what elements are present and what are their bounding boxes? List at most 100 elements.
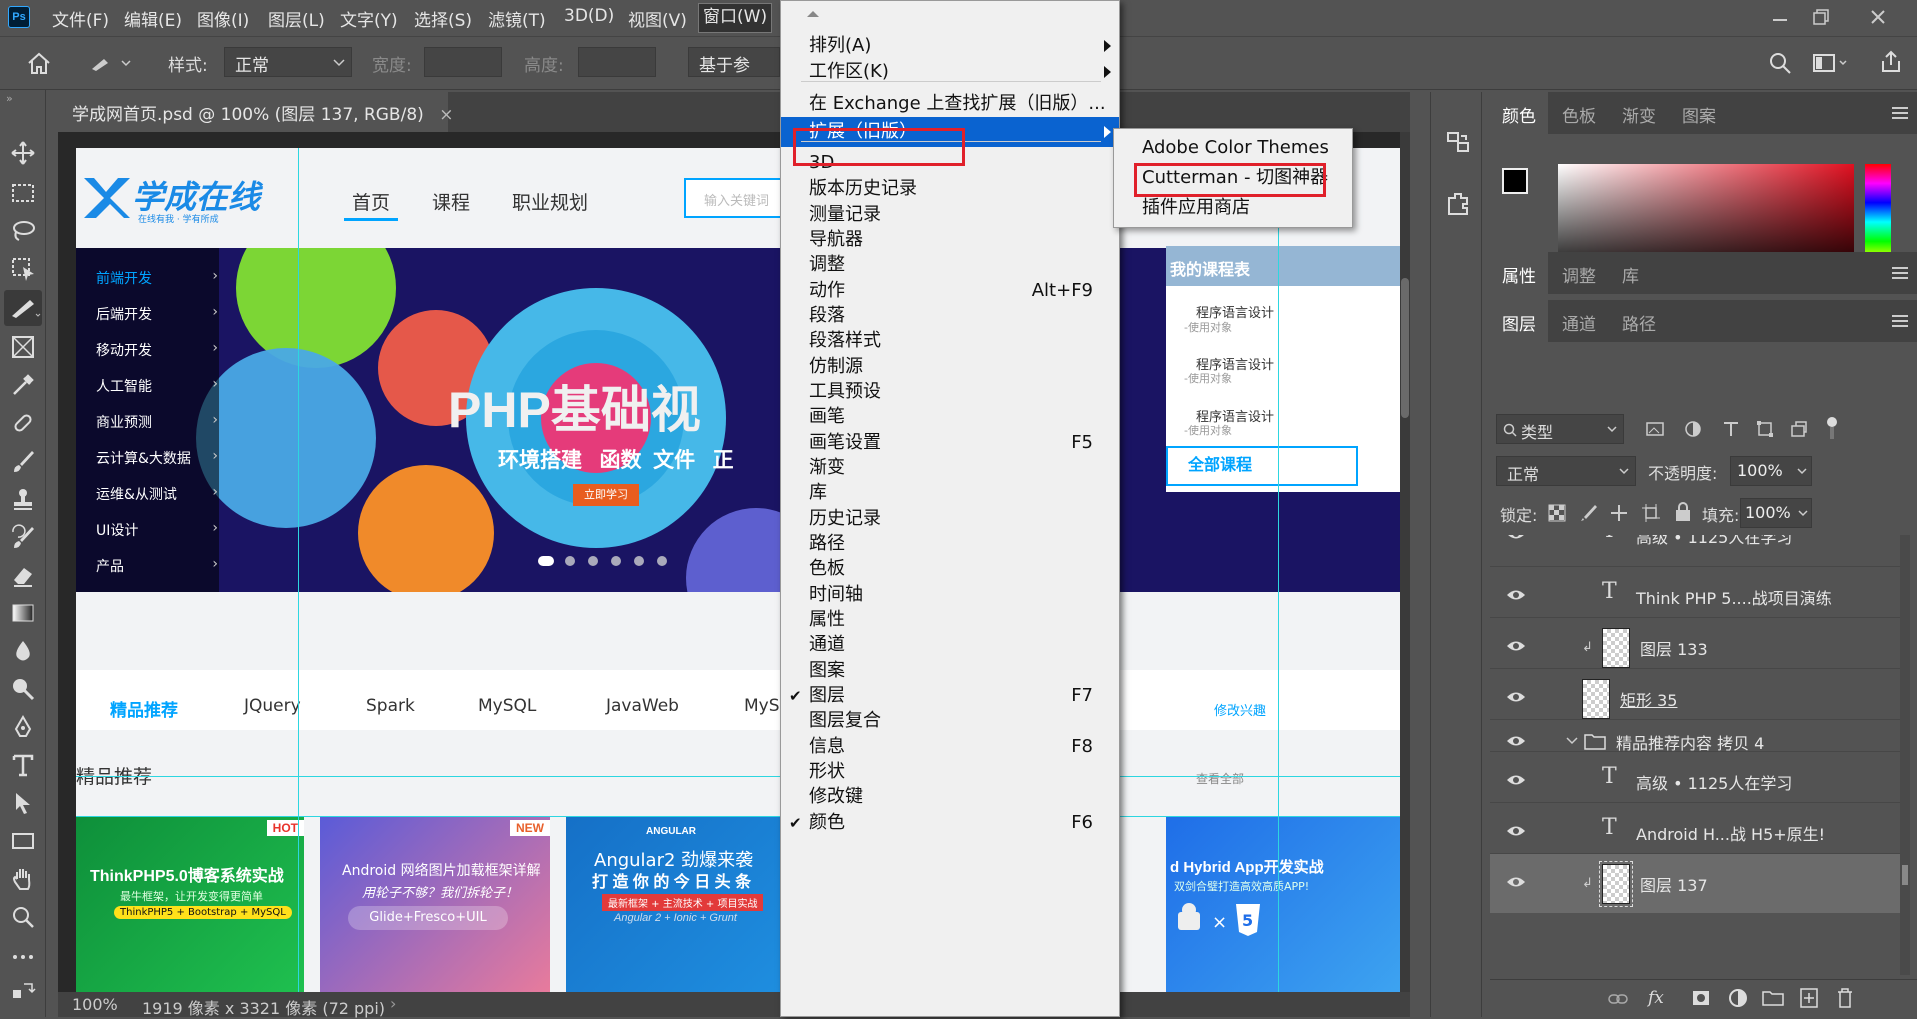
blur-tool-icon[interactable] — [10, 638, 36, 664]
recommend-tag[interactable]: MySQL — [478, 696, 536, 716]
category-item[interactable]: 移动开发 › — [96, 340, 218, 360]
add-mask-icon[interactable] — [1692, 990, 1710, 1006]
course-card[interactable]: NEW Android 网络图片加载框架详解 用轮子不够？我们拆轮子！ Glid… — [320, 816, 550, 992]
dodge-tool-icon[interactable] — [10, 676, 36, 702]
scroll-up-icon[interactable] — [805, 9, 821, 19]
layer-name[interactable]: Think PHP 5....战项目演练 — [1636, 585, 1832, 609]
scroll-thumb[interactable] — [1902, 865, 1908, 885]
visibility-eye-icon[interactable] — [1506, 639, 1526, 653]
healing-brush-tool-icon[interactable] — [10, 410, 36, 436]
minimize-icon[interactable] — [1767, 4, 1793, 30]
layer-row-selected[interactable]: ↲ 图层 137 — [1490, 853, 1900, 913]
type-tool-icon[interactable] — [10, 752, 36, 778]
recommend-tag[interactable]: MyS — [744, 696, 780, 716]
category-item[interactable]: 云计算&大数据 › — [96, 448, 218, 468]
style-select[interactable]: 正常 — [224, 47, 352, 77]
share-icon[interactable] — [1878, 49, 1904, 75]
new-layer-icon[interactable] — [1800, 988, 1818, 1008]
eraser-tool-icon[interactable] — [10, 562, 36, 588]
layer-name[interactable]: Android H...战 H5+原生! — [1636, 821, 1825, 845]
path-selection-tool-icon[interactable] — [10, 790, 36, 816]
menu-type[interactable]: 文字(Y) — [340, 6, 398, 31]
plugin-panel-icon[interactable] — [1445, 190, 1471, 216]
category-item[interactable]: 后端开发 › — [96, 304, 218, 324]
filter-toggle-icon[interactable] — [1826, 416, 1838, 440]
lock-pixels-icon[interactable] — [1580, 504, 1598, 522]
menu-filter[interactable]: 滤镜(T) — [488, 6, 546, 31]
layer-list-scrollbar[interactable] — [1900, 535, 1910, 975]
section-more-link[interactable]: 查看全部 — [1196, 770, 1244, 787]
menu-3d[interactable]: 3D(D) — [564, 6, 614, 26]
visibility-eye-icon[interactable] — [1506, 690, 1526, 704]
scroll-thumb[interactable] — [1401, 278, 1409, 418]
menu-view[interactable]: 视图(V) — [628, 6, 687, 31]
category-item[interactable]: 产品 › — [96, 556, 218, 576]
submenu-adobe-color-themes[interactable]: Adobe Color Themes — [1114, 133, 1352, 163]
filter-adjustment-icon[interactable] — [1684, 420, 1702, 438]
tab-gradients[interactable]: 渐变 — [1622, 102, 1656, 127]
eyedropper-tool-icon[interactable] — [10, 372, 36, 398]
tab-adjustments[interactable]: 调整 — [1562, 262, 1596, 287]
blend-mode-select[interactable]: 正常 — [1496, 456, 1636, 486]
history-panel-icon[interactable] — [1445, 130, 1471, 156]
frame-tool-icon[interactable] — [10, 334, 36, 360]
hand-tool-icon[interactable] — [10, 866, 36, 892]
menu-edit[interactable]: 编辑(E) — [124, 6, 182, 31]
layer-name[interactable]: 图层 137 — [1640, 872, 1708, 896]
adjustment-layer-icon[interactable] — [1728, 988, 1748, 1008]
course-card[interactable]: HOT ThinkPHP5.0博客系统实战 最牛框架，让开发变得更简单 Thin… — [76, 816, 304, 992]
base-on-button[interactable]: 基于参 — [688, 47, 780, 77]
collapse-toolbar-icon[interactable]: » — [6, 92, 13, 105]
tab-layers[interactable]: 图层 — [1502, 310, 1536, 335]
link-layers-icon[interactable] — [1608, 992, 1628, 1006]
visibility-eye-icon[interactable] — [1506, 535, 1526, 541]
filter-type-icon[interactable] — [1722, 420, 1740, 438]
more-tools-icon[interactable] — [10, 944, 36, 970]
document-info[interactable]: 1919 像素 x 3321 像素 (72 ppi) — [142, 995, 385, 1019]
lock-artboard-icon[interactable] — [1642, 504, 1660, 522]
course-card[interactable]: d Hybrid App开发实战 双剑合璧打造高效高质APP! × 5 — [1166, 816, 1400, 992]
tab-color[interactable]: 颜色 — [1502, 102, 1536, 127]
visibility-eye-icon[interactable] — [1506, 875, 1526, 889]
tab-swatches[interactable]: 色板 — [1562, 102, 1596, 127]
new-group-icon[interactable] — [1762, 990, 1784, 1006]
recommend-edit-link[interactable]: 修改兴趣 — [1214, 700, 1266, 719]
panel-menu-icon[interactable] — [1892, 106, 1908, 120]
visibility-eye-icon[interactable] — [1506, 734, 1526, 748]
submenu-plugin-store[interactable]: 插件应用商店 — [1114, 193, 1352, 223]
workspace-icon[interactable] — [1812, 51, 1848, 75]
home-icon[interactable] — [26, 51, 52, 75]
tab-channels[interactable]: 通道 — [1562, 310, 1596, 335]
group-expand-chevron-icon[interactable] — [1566, 736, 1578, 746]
menu-image[interactable]: 图像(I) — [197, 6, 249, 31]
site-nav-career[interactable]: 职业规划 — [512, 188, 588, 215]
layer-name[interactable]: 图层 133 — [1640, 636, 1708, 660]
search-icon[interactable] — [1768, 51, 1792, 75]
layer-filter-select[interactable]: 类型 — [1496, 414, 1624, 444]
rectangle-marquee-tool-icon[interactable] — [10, 180, 36, 206]
recommend-tag[interactable]: JQuery — [244, 696, 301, 716]
tab-libraries[interactable]: 库 — [1622, 262, 1639, 287]
brush-tool-icon[interactable] — [10, 448, 36, 474]
schedule-all-button[interactable]: 全部课程 — [1166, 446, 1358, 486]
layer-row[interactable]: T 高级 • 1125人在学习 — [1490, 535, 1900, 565]
zoom-level[interactable]: 100% — [72, 995, 118, 1014]
window-menu-item[interactable]: ✔ 颜色 F6 — [781, 808, 1119, 838]
panel-menu-icon[interactable] — [1892, 266, 1908, 280]
foreground-color-swatch[interactable] — [1502, 168, 1528, 194]
menu-select[interactable]: 选择(S) — [414, 6, 472, 31]
artboard[interactable]: 学成在线 在线有我 · 学有所成 首页 课程 职业规划 输入关键词 PHP基础视… — [76, 148, 1400, 992]
document-tab[interactable]: 学成网首页.psd @ 100% (图层 137, RGB/8) × — [58, 92, 453, 132]
layer-style-icon[interactable]: fx — [1648, 988, 1664, 1008]
category-item[interactable]: 商业预测 › — [96, 412, 218, 432]
rectangle-tool-icon[interactable] — [10, 828, 36, 854]
canvas-vertical-scrollbar[interactable] — [1400, 132, 1410, 992]
layer-name[interactable]: 高级 • 1125人在学习 — [1636, 770, 1792, 794]
layer-name[interactable]: 矩形 35 — [1620, 687, 1677, 711]
status-expand-icon[interactable]: › — [390, 994, 396, 1013]
window-menu-item[interactable]: 工作区(K) — [781, 57, 1119, 87]
height-field[interactable] — [578, 47, 656, 77]
visibility-eye-icon[interactable] — [1506, 588, 1526, 602]
banner-carousel-dots[interactable] — [538, 556, 678, 566]
visibility-eye-icon[interactable] — [1506, 773, 1526, 787]
